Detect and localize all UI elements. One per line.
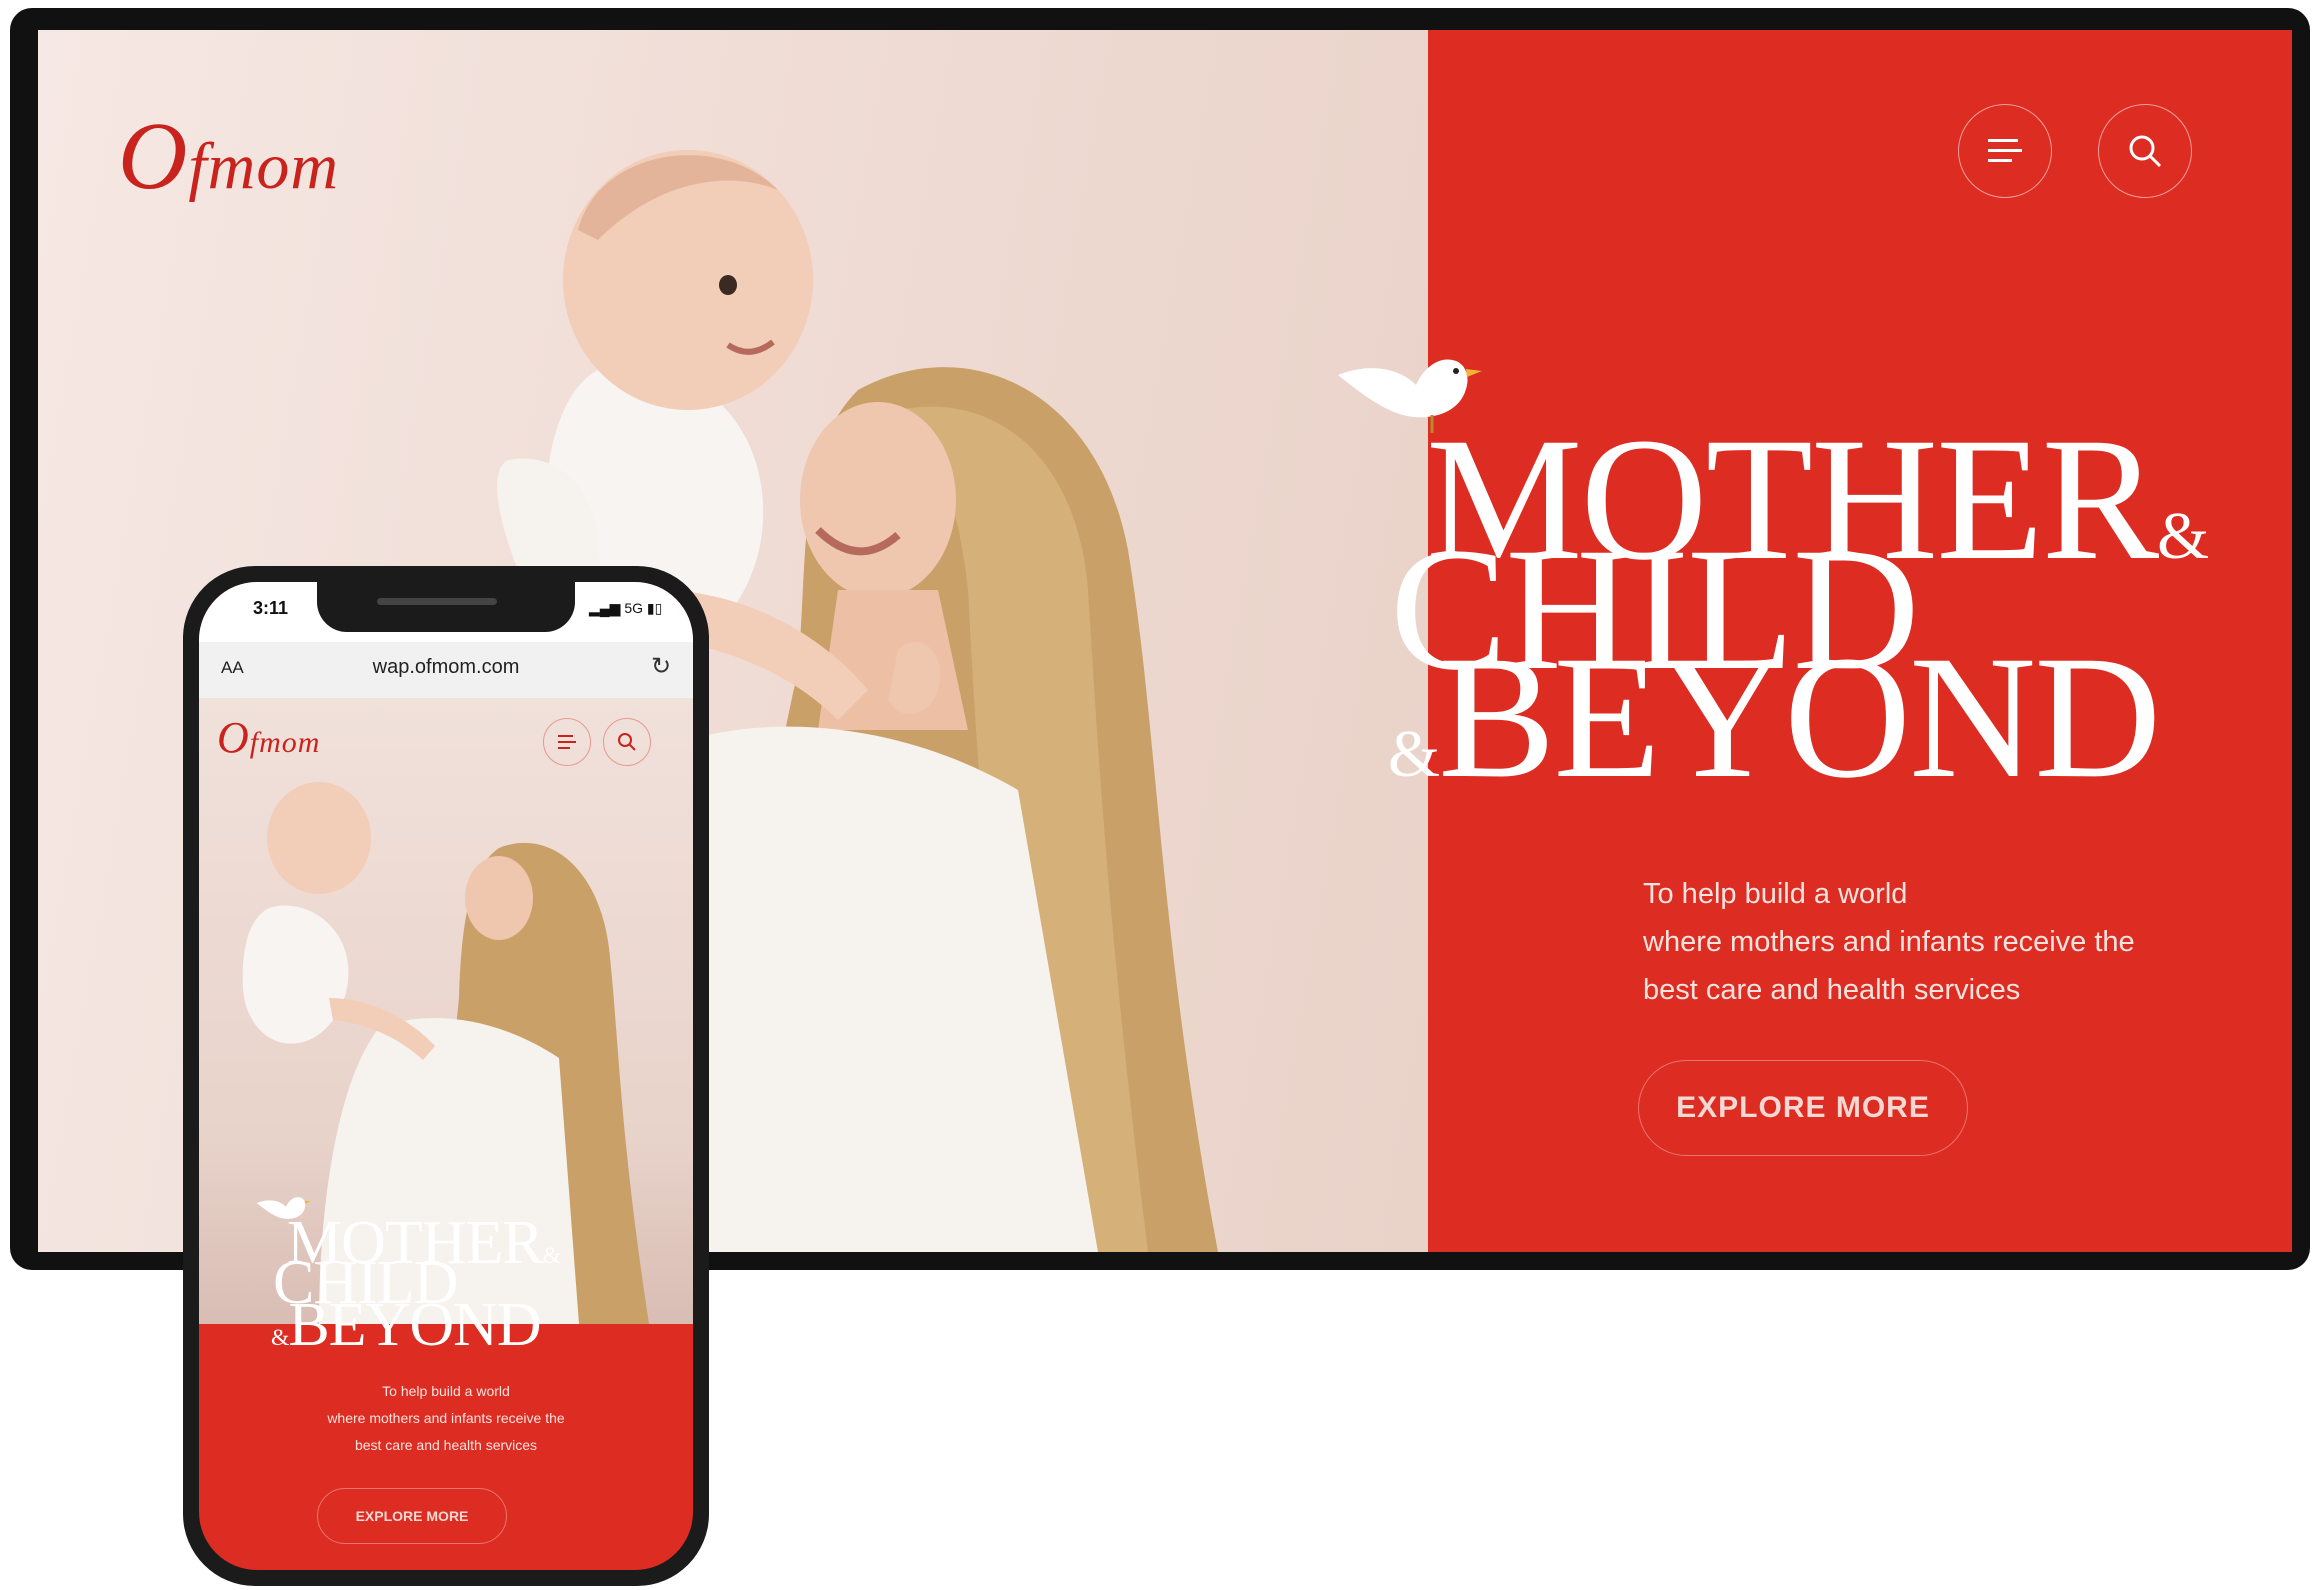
tagline-line: where mothers and infants receive the [1643, 926, 2135, 958]
status-icons: ▂▄▆ 5G ▮▯ [589, 600, 662, 617]
speaker-grille [377, 598, 497, 605]
battery-icon: ▮▯ [643, 600, 663, 616]
reload-icon[interactable]: ↻ [651, 652, 671, 681]
phone-notch [317, 582, 575, 632]
tagline-line: best care and health services [1643, 974, 2021, 1006]
text-size-button[interactable]: AA [221, 658, 244, 678]
mobile-logo[interactable]: Ofmom [217, 712, 320, 763]
mobile-explore-more-button[interactable]: EXPLORE MORE [317, 1488, 507, 1544]
search-button[interactable] [2098, 104, 2192, 198]
explore-more-button[interactable]: EXPLORE MORE [1638, 1060, 1968, 1156]
search-icon [2129, 135, 2162, 168]
search-icon [618, 733, 636, 751]
menu-button[interactable] [1958, 104, 2052, 198]
tagline-line: best care and health services [354, 1437, 538, 1453]
tagline-line: where mothers and infants receive the [327, 1410, 565, 1426]
mobile-hero-tagline: To help build a world where mothers and … [199, 1378, 693, 1459]
mobile-search-button[interactable] [603, 718, 651, 766]
hamburger-menu-icon [558, 735, 576, 749]
tagline-line: To help build a world [382, 1383, 510, 1399]
tagline-line: To help build a world [1643, 878, 1908, 910]
status-time: 3:11 [253, 598, 289, 618]
signal-icon: ▂▄▆ [589, 600, 625, 616]
address-url[interactable]: wap.ofmom.com [199, 656, 693, 679]
hero-heading-line3: &BEYOND [1388, 620, 2161, 815]
mobile-screen: 3:11 ▂▄▆ 5G ▮▯ wap.ofmom.com AA ↻ Ofmom [199, 582, 693, 1570]
hamburger-menu-icon [1988, 139, 2022, 162]
hero-tagline: To help build a world where mothers and … [1643, 870, 2203, 1014]
desktop-logo[interactable]: Ofmom [118, 100, 339, 211]
browser-address-bar[interactable]: wap.ofmom.com AA ↻ [199, 642, 693, 698]
network-type: 5G [624, 600, 644, 616]
mobile-menu-button[interactable] [543, 718, 591, 766]
mobile-hero-heading-line3: &BEYOND [271, 1291, 542, 1359]
mobile-phone: 3:11 ▂▄▆ 5G ▮▯ wap.ofmom.com AA ↻ Ofmom [183, 566, 709, 1586]
